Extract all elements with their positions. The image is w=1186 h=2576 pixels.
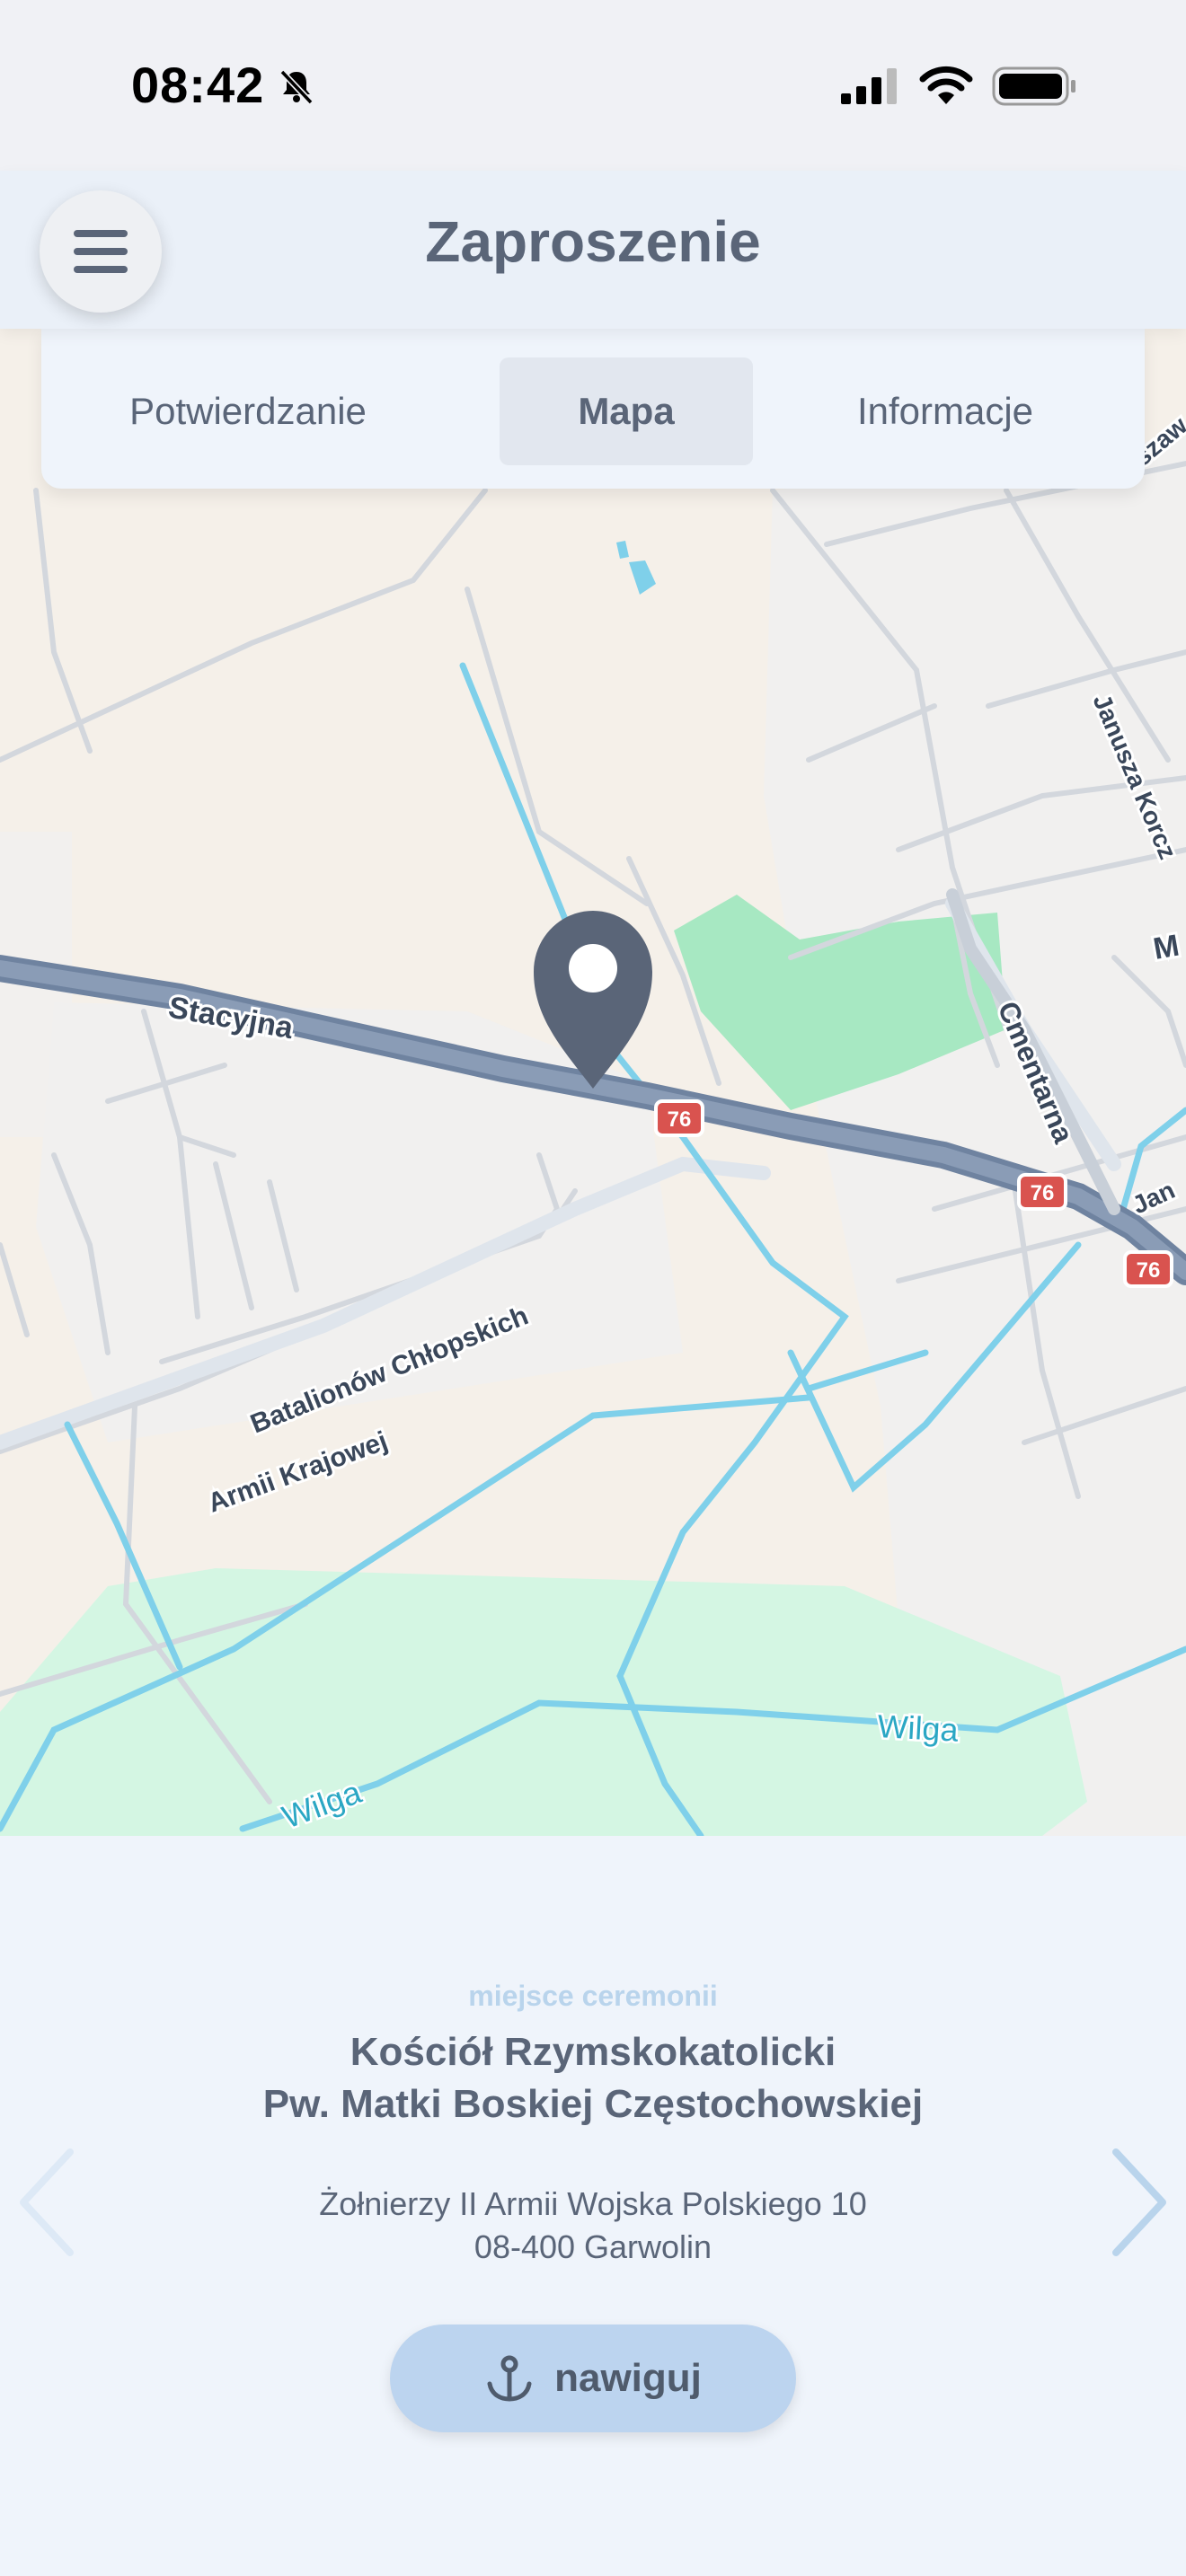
venue-address: Żołnierzy II Armii Wojska Polskiego 10 0…: [0, 2183, 1186, 2269]
street-label-armii: Armii Krajowej: [204, 1426, 392, 1519]
road-badge-label: 76: [668, 1107, 692, 1132]
venue-name: Kościół Rzymskokatolicki Pw. Matki Boski…: [0, 2026, 1186, 2130]
cellular-signal-icon: [841, 68, 897, 104]
venue-type-label: miejsce ceremonii: [468, 1980, 718, 2012]
map-view[interactable]: Stacyjna Cmentarna Batalionów Chłopskich…: [0, 329, 1186, 1836]
navigate-button-label: nawiguj: [554, 2356, 702, 2400]
wifi-icon: [919, 66, 973, 104]
map-canvas[interactable]: Stacyjna Cmentarna Batalionów Chłopskich…: [0, 329, 1186, 1836]
anchor-navigation-icon: [487, 2355, 532, 2402]
address-line-2: 08-400 Garwolin: [474, 2228, 712, 2265]
battery-icon: [992, 66, 1075, 106]
navigate-button[interactable]: nawiguj: [390, 2325, 796, 2432]
tab-bar: Potwierdzanie Mapa Informacje: [41, 329, 1145, 489]
address-line-1: Żołnierzy II Armii Wojska Polskiego 10: [319, 2185, 867, 2222]
bell-muted-icon: [279, 69, 314, 105]
road-badge: 76: [1123, 1250, 1173, 1288]
app-header: Zaproszenie: [0, 171, 1186, 329]
status-time: 08:42: [131, 57, 265, 113]
tab-informacje[interactable]: Informacje: [810, 357, 1080, 465]
hamburger-icon: [74, 230, 128, 273]
tab-mapa[interactable]: Mapa: [500, 357, 753, 465]
water-label-wilga-1: Wilga: [877, 1707, 960, 1749]
page-title: Zaproszenie: [425, 209, 761, 274]
previous-arrow-icon[interactable]: [13, 2139, 84, 2265]
road-badge: 76: [1017, 1173, 1067, 1211]
road-badge: 76: [654, 1099, 704, 1137]
venue-name-line-2: Pw. Matki Boskiej Częstochowskiej: [262, 2082, 924, 2126]
road-badge-label: 76: [1031, 1181, 1055, 1205]
tab-potwierdzanie[interactable]: Potwierdzanie: [113, 357, 383, 465]
venue-name-line-1: Kościół Rzymskokatolicki: [350, 2030, 836, 2074]
menu-button[interactable]: [40, 190, 162, 313]
status-bar: 08:42: [0, 0, 1186, 171]
next-arrow-icon[interactable]: [1102, 2139, 1173, 2265]
road-badge-label: 76: [1137, 1258, 1161, 1283]
venue-info-panel: miejsce ceremonii Kościół Rzymskokatolic…: [0, 1836, 1186, 2576]
